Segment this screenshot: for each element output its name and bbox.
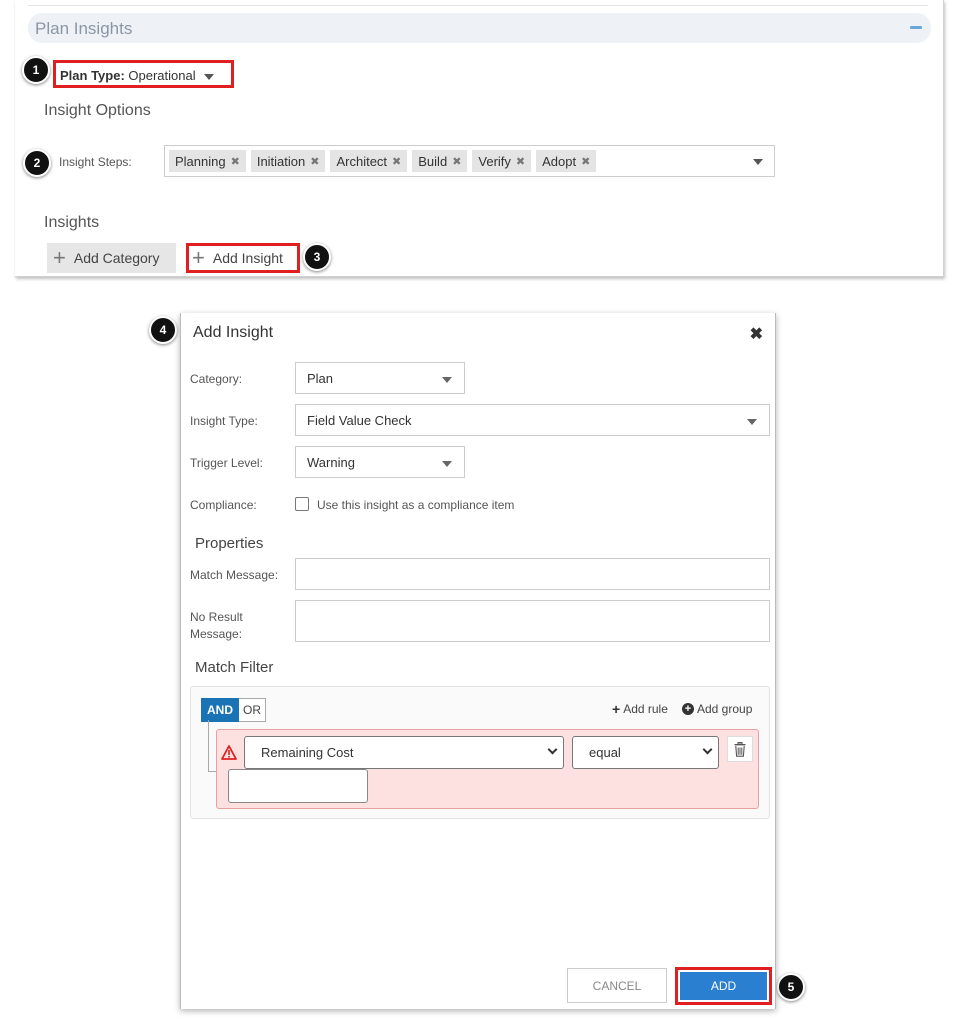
- category-value: Plan: [307, 370, 334, 386]
- insight-steps-multiselect[interactable]: Planning ✖ Initiation ✖ Architect ✖ Build ✖ …: [164, 145, 775, 177]
- chip-build: Build ✖: [412, 150, 468, 172]
- chip-planning: Planning ✖: [169, 150, 246, 172]
- add-button[interactable]: ADD: [680, 972, 767, 1000]
- and-or-toggle: AND OR: [201, 698, 266, 722]
- insight-options-heading: Insight Options: [44, 102, 151, 119]
- insight-type-value: Field Value Check: [307, 412, 412, 428]
- remove-icon[interactable]: ✖: [231, 155, 240, 168]
- chevron-down-icon: [547, 744, 558, 755]
- chip-adopt: Adopt ✖: [536, 150, 597, 172]
- chip-architect: Architect ✖: [330, 150, 408, 172]
- caret-down-icon: [747, 419, 757, 425]
- or-button[interactable]: OR: [239, 698, 266, 722]
- caret-down-icon: [442, 377, 452, 383]
- match-message-input[interactable]: [295, 558, 770, 590]
- plan-type-label: Plan Type:: [60, 68, 125, 83]
- caret-down-icon[interactable]: [753, 159, 763, 165]
- category-label: Category:: [190, 372, 243, 386]
- collapse-icon[interactable]: [910, 26, 922, 29]
- cancel-button[interactable]: CANCEL: [567, 968, 667, 1003]
- remove-icon[interactable]: ✖: [516, 155, 525, 168]
- compliance-checkbox-label[interactable]: Use this insight as a compliance item: [317, 498, 514, 512]
- caret-down-icon: [442, 461, 452, 467]
- rule-operator-value: equal: [589, 745, 621, 760]
- step-badge-5: 5: [777, 973, 805, 1001]
- add-category-label: Add Category: [73, 250, 160, 266]
- remove-icon[interactable]: ✖: [581, 155, 590, 168]
- rule-field-select[interactable]: Remaining Cost: [244, 736, 564, 769]
- match-filter-builder: AND OR + Add rule + Add group Remaining …: [190, 686, 770, 819]
- plus-icon: +: [612, 701, 621, 717]
- add-category-button[interactable]: + Add Category: [47, 243, 176, 273]
- chip-initiation: Initiation ✖: [250, 150, 326, 172]
- plan-insights-title: Plan Insights: [35, 19, 133, 38]
- add-insight-dialog: Add Insight ✖ Category: Plan Insight Typ…: [180, 313, 776, 1009]
- insight-steps-label: Insight Steps:: [59, 155, 132, 169]
- properties-heading: Properties: [195, 535, 264, 552]
- add-group-button[interactable]: + Add group: [682, 702, 752, 716]
- trigger-level-label: Trigger Level:: [190, 456, 263, 470]
- trigger-level-select[interactable]: Warning: [295, 446, 465, 478]
- chip-verify: Verify ✖: [472, 150, 532, 172]
- warning-icon: [221, 745, 237, 760]
- step-badge-4: 4: [149, 316, 177, 344]
- trigger-level-value: Warning: [307, 454, 355, 470]
- insight-type-label: Insight Type:: [190, 414, 258, 428]
- step-badge-2: 2: [23, 149, 51, 177]
- trash-icon: [734, 741, 746, 757]
- insight-steps-chips: Planning ✖ Initiation ✖ Architect ✖ Build ✖ …: [169, 150, 597, 172]
- no-result-label: No Result Message:: [190, 610, 243, 641]
- add-rule-button[interactable]: + Add rule: [612, 702, 668, 716]
- compliance-checkbox[interactable]: [295, 497, 309, 511]
- add-insight-button[interactable]: + Add Insight: [186, 243, 300, 273]
- category-select[interactable]: Plan: [295, 362, 465, 394]
- and-button[interactable]: AND: [201, 698, 239, 722]
- step-badge-1: 1: [22, 56, 50, 84]
- remove-icon[interactable]: ✖: [310, 155, 319, 168]
- filter-rule: Remaining Cost equal: [216, 729, 759, 809]
- add-button-highlight: ADD: [675, 967, 772, 1005]
- close-icon[interactable]: ✖: [750, 324, 763, 344]
- rule-field-value: Remaining Cost: [261, 745, 354, 760]
- match-message-label: Match Message:: [190, 568, 279, 582]
- insight-type-select[interactable]: Field Value Check: [295, 404, 770, 436]
- rule-value-input[interactable]: [228, 769, 368, 803]
- plus-circle-icon: +: [682, 703, 694, 715]
- chevron-down-icon: [702, 744, 713, 755]
- insights-heading: Insights: [44, 214, 100, 231]
- add-insight-label: Add Insight: [212, 250, 283, 266]
- plus-icon: +: [192, 245, 205, 270]
- no-result-message-input[interactable]: [295, 600, 770, 642]
- plan-type-dropdown[interactable]: Plan Type: Operational: [53, 60, 234, 88]
- delete-rule-button[interactable]: [727, 736, 753, 762]
- plus-icon: +: [53, 245, 66, 270]
- match-filter-heading: Match Filter: [195, 659, 274, 676]
- remove-icon[interactable]: ✖: [392, 155, 401, 168]
- plan-insights-header[interactable]: Plan Insights: [28, 13, 931, 43]
- divider: [28, 5, 928, 6]
- rule-operator-select[interactable]: equal: [572, 736, 719, 769]
- plan-type-value: Operational: [128, 68, 196, 83]
- dialog-title: Add Insight: [193, 324, 274, 341]
- step-badge-3: 3: [303, 243, 331, 271]
- remove-icon[interactable]: ✖: [452, 155, 461, 168]
- caret-down-icon: [203, 73, 214, 80]
- compliance-label: Compliance:: [190, 498, 257, 512]
